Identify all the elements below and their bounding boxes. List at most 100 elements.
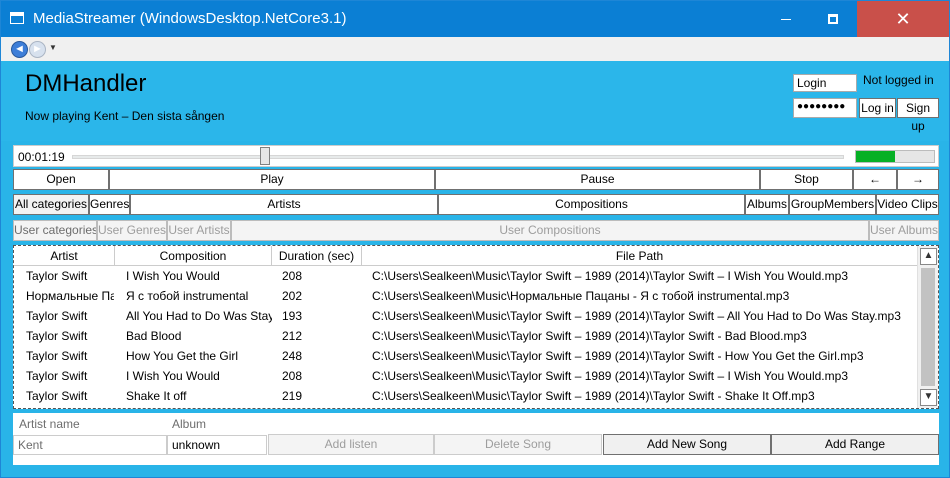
close-button[interactable]: ✕ <box>857 1 949 37</box>
minimize-icon <box>781 18 791 20</box>
tab-genres[interactable]: Genres <box>89 194 130 215</box>
maximize-icon <box>828 14 838 24</box>
scroll-up-button[interactable]: ▲ <box>920 248 937 265</box>
tab-user-categories[interactable]: User categories <box>13 220 97 241</box>
vertical-scrollbar[interactable]: ▲ ▼ <box>917 246 938 408</box>
scroll-down-button[interactable]: ▼ <box>920 389 937 406</box>
cell-file-path: C:\Users\Sealkeen\Music\Taylor Swift – 1… <box>372 329 807 343</box>
volume-level <box>856 151 895 162</box>
player-bar: 00:01:19 <box>13 145 939 167</box>
cell-duration: 219 <box>282 389 303 403</box>
playback-time: 00:01:19 <box>18 150 65 164</box>
tab-group-members[interactable]: GroupMembers <box>789 194 876 215</box>
add-new-song-button[interactable]: Add New Song <box>603 434 771 455</box>
next-button[interactable]: → <box>897 169 939 190</box>
login-input[interactable]: Login <box>793 74 857 92</box>
cell-duration: 208 <box>282 369 303 383</box>
table-row[interactable]: Taylor Swift I Wish You Would 208 C:\Use… <box>14 366 917 386</box>
seek-slider-thumb[interactable] <box>260 147 270 165</box>
cell-composition: All You Had to Do Was Stay <box>126 309 272 323</box>
cell-artist: Нормальные Па <box>26 289 114 303</box>
close-icon: ✕ <box>895 8 911 29</box>
login-button[interactable]: Log in <box>859 98 896 118</box>
playback-controls: Open Play Pause Stop ← → <box>13 169 939 190</box>
table-row[interactable]: Taylor Swift I Wish You Would 208 C:\Use… <box>14 266 917 286</box>
forward-button[interactable]: ► <box>29 41 46 58</box>
album-input[interactable]: unknown <box>167 435 267 455</box>
category-tabs: All categories Genres Artists Compositio… <box>13 194 939 215</box>
maximize-button[interactable] <box>809 1 857 37</box>
songs-table[interactable]: Artist Composition Duration (sec) File P… <box>13 245 939 409</box>
cell-composition: How You Get the Girl <box>126 349 239 363</box>
app-name: DMHandler <box>25 70 147 97</box>
history-dropdown-icon[interactable]: ▼ <box>49 43 57 52</box>
table-row[interactable]: Taylor Swift All You Had to Do Was Stay … <box>14 306 917 326</box>
previous-button[interactable]: ← <box>853 169 897 190</box>
tab-all-categories[interactable]: All categories <box>13 194 89 215</box>
column-header-artist[interactable]: Artist <box>14 246 115 266</box>
column-header-file-path[interactable]: File Path <box>362 246 917 266</box>
album-label: Album <box>172 417 207 431</box>
cell-artist: Taylor Swift <box>26 389 88 403</box>
cell-duration: 248 <box>282 349 303 363</box>
password-input[interactable]: ●●●●●●●● <box>793 98 857 118</box>
user-category-tabs: User categories User Genres User Artists… <box>13 220 939 241</box>
tab-user-compositions[interactable]: User Compositions <box>231 220 869 241</box>
tab-video-clips[interactable]: Video Clips <box>876 194 939 215</box>
seek-track[interactable] <box>72 155 844 159</box>
chevron-up-icon: ▲ <box>923 250 934 261</box>
add-listen-button[interactable]: Add listen <box>268 434 434 455</box>
app-header: DMHandler Now playing Kent – Den sista s… <box>1 61 949 141</box>
tab-artists[interactable]: Artists <box>130 194 438 215</box>
cell-artist: Taylor Swift <box>26 309 88 323</box>
cell-artist: Taylor Swift <box>26 329 88 343</box>
cell-artist: Taylor Swift <box>26 349 88 363</box>
chevron-down-icon: ▼ <box>923 391 934 402</box>
table-row[interactable]: Taylor Swift How You Get the Girl 248 C:… <box>14 346 917 366</box>
cell-composition: I Wish You Would <box>126 269 220 283</box>
login-status: Not logged in <box>863 73 934 87</box>
table-row[interactable]: Taylor Swift Bad Blood 212 C:\Users\Seal… <box>14 326 917 346</box>
tab-user-albums[interactable]: User Albums <box>869 220 939 241</box>
cell-artist: Taylor Swift <box>26 269 88 283</box>
delete-song-button[interactable]: Delete Song <box>434 434 602 455</box>
volume-bar[interactable] <box>855 150 935 163</box>
back-arrow-icon: ◄ <box>14 43 25 55</box>
cell-file-path: C:\Users\Sealkeen\Music\Taylor Swift – 1… <box>372 369 848 383</box>
artist-name-input[interactable]: Kent <box>13 435 167 455</box>
app-window: MediaStreamer (WindowsDesktop.NetCore3.1… <box>0 0 950 478</box>
table-header: Artist Composition Duration (sec) File P… <box>14 246 917 266</box>
cell-duration: 193 <box>282 309 303 323</box>
cell-composition: Shake It off <box>126 389 187 403</box>
stop-button[interactable]: Stop <box>760 169 853 190</box>
tab-user-artists[interactable]: User Artists <box>167 220 231 241</box>
open-button[interactable]: Open <box>13 169 109 190</box>
cell-file-path: C:\Users\Sealkeen\Music\Taylor Swift – 1… <box>372 309 901 323</box>
cell-duration: 208 <box>282 269 303 283</box>
play-button[interactable]: Play <box>109 169 435 190</box>
cell-composition: I Wish You Would <box>126 369 220 383</box>
cell-file-path: C:\Users\Sealkeen\Music\Нормальные Пацан… <box>372 289 790 303</box>
cell-file-path: C:\Users\Sealkeen\Music\Taylor Swift – 1… <box>372 389 815 403</box>
forward-arrow-icon: ► <box>32 43 43 55</box>
cell-duration: 202 <box>282 289 303 303</box>
song-form: Artist name Album Kent unknown Add liste… <box>13 413 939 465</box>
title-bar[interactable]: MediaStreamer (WindowsDesktop.NetCore3.1… <box>1 1 949 37</box>
tab-user-genres[interactable]: User Genres <box>97 220 167 241</box>
navigation-bar: ◄ ► ▼ <box>1 37 949 61</box>
tab-albums[interactable]: Albums <box>745 194 789 215</box>
add-range-button[interactable]: Add Range <box>771 434 939 455</box>
artist-name-label: Artist name <box>19 417 80 431</box>
window-icon <box>10 12 24 24</box>
back-button[interactable]: ◄ <box>11 41 28 58</box>
column-header-duration[interactable]: Duration (sec) <box>272 246 362 266</box>
pause-button[interactable]: Pause <box>435 169 760 190</box>
table-row[interactable]: Нормальные Па Я с тобой instrumental 202… <box>14 286 917 306</box>
column-header-composition[interactable]: Composition <box>115 246 272 266</box>
cell-composition: Bad Blood <box>126 329 182 343</box>
minimize-button[interactable] <box>763 1 809 37</box>
signup-button[interactable]: Sign up <box>897 98 939 133</box>
scrollbar-thumb[interactable] <box>921 268 935 386</box>
tab-compositions[interactable]: Compositions <box>438 194 745 215</box>
table-row[interactable]: Taylor Swift Shake It off 219 C:\Users\S… <box>14 386 917 406</box>
